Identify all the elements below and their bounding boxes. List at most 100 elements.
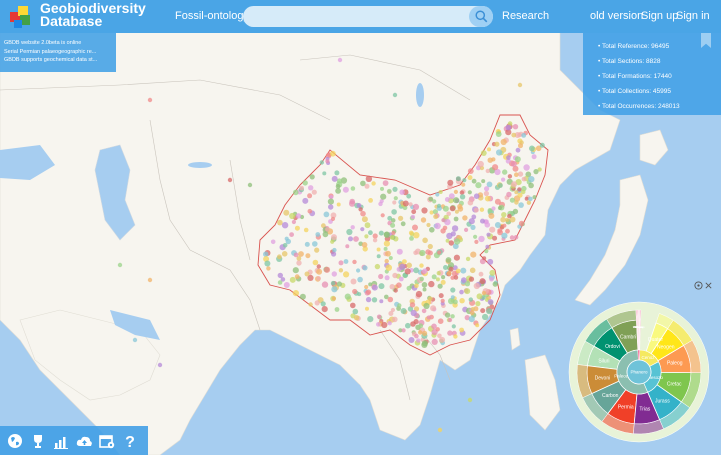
occurrence-dot[interactable] [332,247,337,253]
occurrence-dot[interactable] [422,330,428,336]
occurrence-dot[interactable] [364,284,369,290]
occurrence-dot[interactable] [461,182,466,187]
occurrence-dot[interactable] [435,192,440,197]
occurrence-dot[interactable] [378,230,384,236]
occurrence-dot[interactable] [338,260,344,266]
occurrence-dot[interactable] [368,282,373,287]
occurrence-dot[interactable] [331,286,338,293]
occurrence-dot[interactable] [451,225,459,232]
occurrence-dot[interactable] [336,281,342,287]
occurrence-dot[interactable] [413,267,419,274]
occurrence-dot[interactable] [437,250,442,255]
occurrence-dot[interactable] [453,275,459,280]
occurrence-dot[interactable] [469,310,475,316]
occurrence-dot[interactable] [391,209,397,215]
occurrence-dot[interactable] [469,267,476,274]
occurrence-dot[interactable] [281,251,288,257]
occurrence-dot[interactable] [383,231,391,238]
nav-sign-up[interactable]: Sign up [641,10,678,22]
occurrence-dot[interactable] [478,271,484,277]
occurrence-dot[interactable] [381,321,388,329]
occurrence-dot[interactable] [282,243,288,248]
occurrence-dot[interactable] [446,232,453,240]
occurrence-dot[interactable] [426,315,431,320]
occurrence-dot[interactable] [539,142,545,148]
occurrence-dot[interactable] [345,244,350,249]
occurrence-dot[interactable] [294,274,300,280]
occurrence-dot[interactable] [376,247,381,252]
occurrence-dot[interactable] [307,193,313,199]
occurrence-dot[interactable] [473,207,479,213]
occurrence-dot[interactable] [386,188,392,194]
occurrence-dot[interactable] [316,264,321,269]
occurrence-dot[interactable] [353,315,360,321]
occurrence-dot[interactable] [476,293,483,300]
occurrence-dot[interactable] [468,297,473,302]
occurrence-dot[interactable] [334,170,340,176]
occurrence-dot[interactable] [371,181,376,186]
occurrence-dot[interactable] [491,157,496,162]
occurrence-dot[interactable] [303,227,309,233]
news-item[interactable]: GBDB website 2.0beta is online [4,39,112,48]
occurrence-dot[interactable] [400,221,406,227]
occurrence-dot[interactable] [410,309,417,317]
occurrence-dot[interactable] [485,168,490,174]
occurrence-dot[interactable] [421,341,428,348]
occurrence-dot[interactable] [378,273,384,280]
occurrence-dot[interactable] [429,227,435,233]
occurrence-dot[interactable] [435,277,440,282]
occurrence-dot[interactable] [454,209,459,214]
occurrence-dot[interactable] [397,303,402,308]
occurrence-dot[interactable] [423,302,430,310]
occurrence-dot[interactable] [289,212,296,220]
occurrence-dot[interactable] [482,256,487,261]
occurrence-dot[interactable] [330,150,336,157]
occurrence-dot[interactable] [314,300,320,306]
occurrence-dot[interactable] [431,338,438,345]
occurrence-dot[interactable] [486,232,491,237]
occurrence-dot[interactable] [442,205,449,212]
occurrence-dot[interactable] [467,199,474,206]
occurrence-dot[interactable] [396,248,403,255]
occurrence-dot[interactable] [489,226,496,233]
occurrence-dot[interactable] [515,147,521,153]
occurrence-dot[interactable] [521,133,527,138]
occurrence-dot[interactable] [419,276,425,282]
sunburst-era-precambrian[interactable] [637,349,641,361]
occurrence-dot[interactable] [428,196,434,202]
occurrence-dot[interactable] [292,267,299,274]
occurrence-dot[interactable] [343,271,350,278]
occurrence-dot[interactable] [284,236,289,241]
occurrence-dot[interactable] [323,266,331,273]
occurrence-dot[interactable] [281,222,289,229]
occurrence-dot[interactable] [492,235,498,241]
search-input[interactable] [243,6,463,27]
occurrence-dot[interactable] [364,234,369,239]
occurrence-dot[interactable] [392,200,397,205]
occurrence-dot[interactable] [448,240,454,246]
occurrence-dot[interactable] [392,316,398,323]
help-button[interactable]: ? [121,432,139,450]
occurrence-dot[interactable] [489,276,494,282]
occurrence-dot[interactable] [510,160,517,167]
occurrence-dot[interactable] [459,327,464,333]
occurrence-dot[interactable] [449,205,456,212]
occurrence-dot[interactable] [437,318,444,325]
occurrence-dot[interactable] [518,202,524,208]
occurrence-dot[interactable] [464,288,471,295]
occurrence-dot[interactable] [335,184,341,189]
occurrence-dot[interactable] [304,271,310,277]
occurrence-dot[interactable] [492,164,499,171]
occurrence-dot[interactable] [368,230,373,236]
occurrence-dot[interactable] [514,200,519,205]
occurrence-dot[interactable] [473,193,480,199]
occurrence-dot[interactable] [376,314,382,320]
occurrence-dot[interactable] [365,306,369,311]
occurrence-dot[interactable] [380,213,385,218]
occurrence-dot[interactable] [277,280,283,285]
occurrence-dot[interactable] [412,203,420,210]
occurrence-dot[interactable] [277,219,283,226]
occurrence-dot[interactable] [372,238,378,243]
occurrence-dot[interactable] [399,263,406,270]
occurrence-dot[interactable] [514,156,521,163]
